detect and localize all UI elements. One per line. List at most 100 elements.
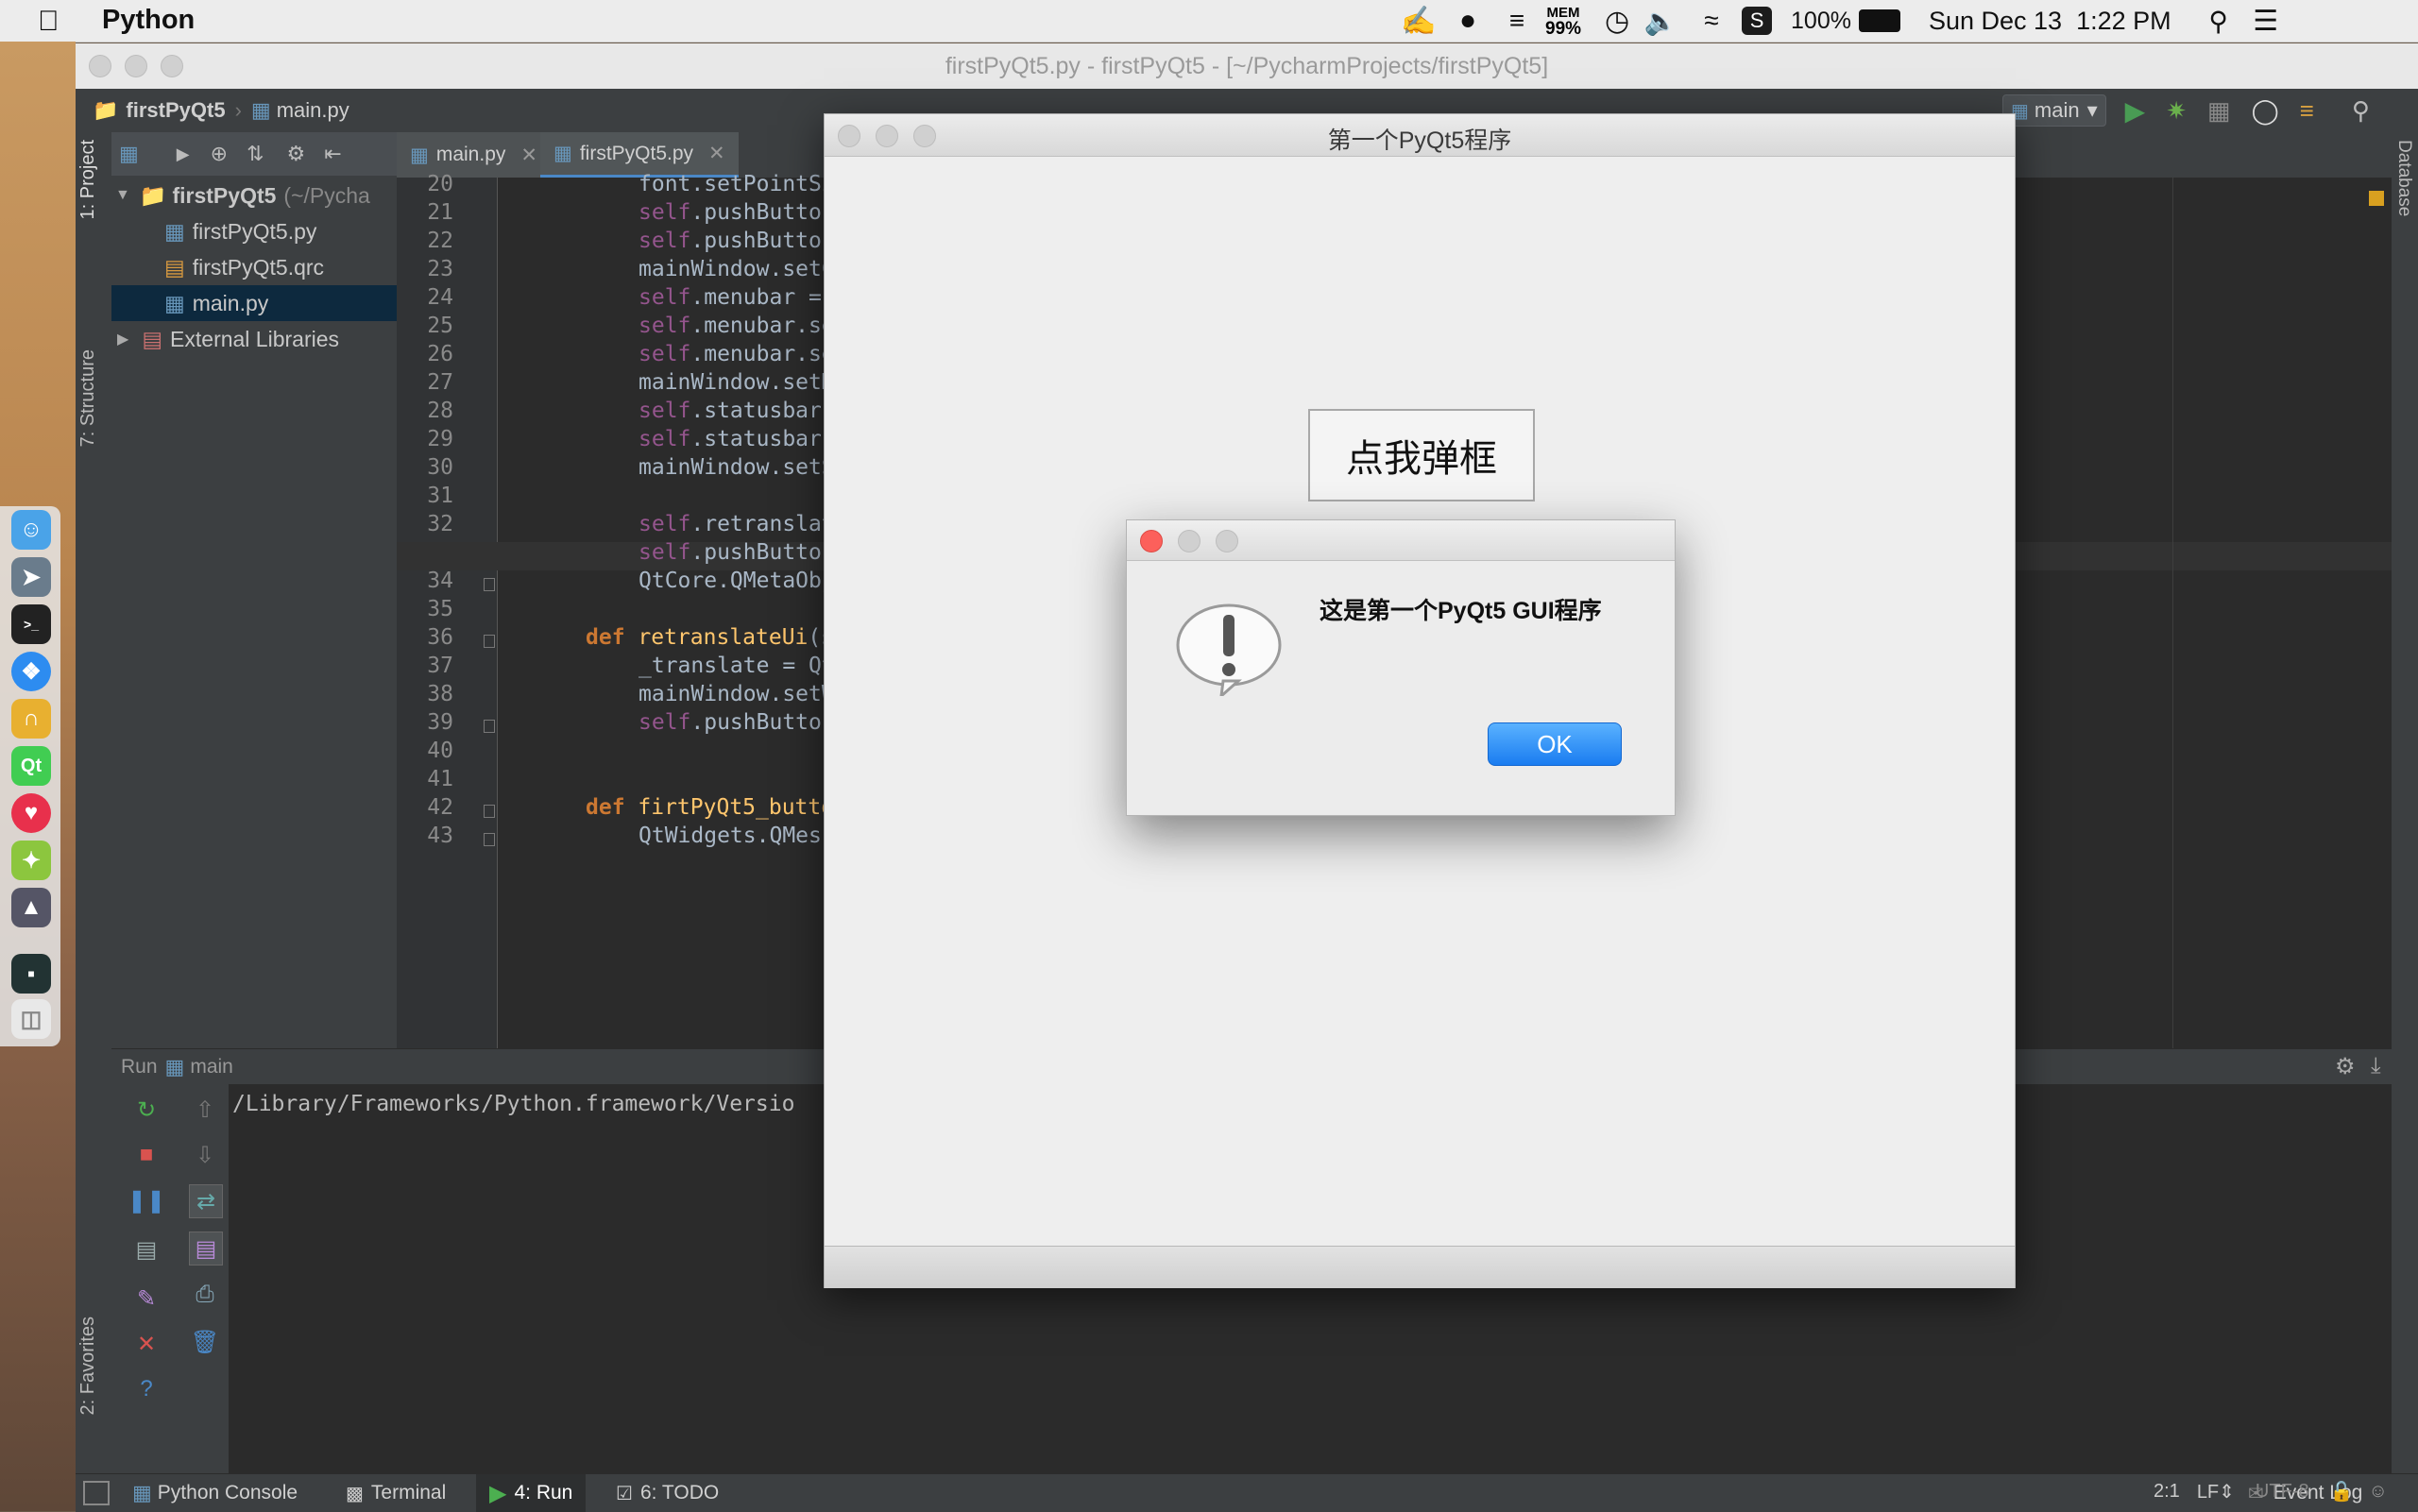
tool-tab-python-console[interactable]: ▦ Python Console (132, 1474, 298, 1512)
clock[interactable]: Sun Dec 13 1:22 PM (1929, 7, 2171, 36)
profile-icon[interactable]: ◯ (2252, 96, 2279, 126)
help-icon[interactable]: ? (130, 1373, 162, 1405)
breadcrumb-file[interactable]: main.py (277, 98, 349, 123)
finder-icon[interactable]: ☺ (11, 510, 51, 550)
active-app-name[interactable]: Python (102, 5, 195, 36)
safari-icon[interactable]: ❖ (11, 652, 51, 691)
tree-item-firstpyqt5-qrc[interactable]: ▤ firstPyQt5.qrc (111, 249, 397, 285)
tool-tab-project[interactable]: 1: Project (77, 140, 99, 219)
speed-icon[interactable]: ≡ (1502, 6, 1532, 35)
popup-button[interactable]: 点我弹框 (1308, 409, 1535, 501)
scroll-to-end-icon[interactable]: ▤ (189, 1232, 223, 1266)
bowler-hat-icon[interactable]: ● (1453, 5, 1483, 36)
gear-icon[interactable]: ⚙ (287, 142, 306, 166)
qt-creator-icon[interactable]: Qt (11, 746, 51, 786)
line-number: 27 (427, 370, 453, 395)
trash-icon[interactable]: ◫ (11, 999, 51, 1039)
lock-icon[interactable]: 🔓 (2330, 1480, 2354, 1504)
down-arrow-icon[interactable]: ⇩ (189, 1139, 221, 1171)
ide-status-bar: 2:1 LF⇕ UTF-8 🔓 ☺ (2154, 1475, 2388, 1507)
stop-icon[interactable]: ■ (130, 1139, 162, 1171)
file-encoding[interactable]: UTF-8 (2256, 1481, 2309, 1503)
caret-position[interactable]: 2:1 (2154, 1481, 2180, 1503)
concurrency-diagram-icon[interactable]: ≡ (2300, 96, 2314, 126)
clear-all-icon[interactable]: 🗑 (189, 1326, 221, 1358)
battery-icon[interactable] (1858, 9, 1900, 32)
line-number: 28 (427, 399, 453, 423)
ok-button[interactable]: OK (1488, 722, 1622, 766)
tree-item-firstpyqt5-py[interactable]: ▦ firstPyQt5.py (111, 213, 397, 249)
print-icon[interactable]: ⎙ (189, 1279, 221, 1311)
run-icon[interactable]: ▶ (2125, 95, 2146, 127)
fold-marker-icon[interactable] (484, 833, 495, 846)
evernote-icon[interactable]: ✍ (1401, 6, 1436, 37)
gear-icon[interactable]: ⚙ (2335, 1053, 2356, 1080)
scrivener-icon[interactable]: S (1742, 7, 1773, 35)
breadcrumb-project[interactable]: firstPyQt5 (126, 98, 225, 123)
fold-marker-icon[interactable] (484, 720, 495, 733)
rocket-icon[interactable]: ▲ (11, 888, 51, 927)
collapse-all-icon[interactable]: ⇅ (247, 142, 264, 166)
toggle-tool-windows-icon[interactable] (83, 1481, 110, 1505)
wifi-icon[interactable]: ≈ (1696, 6, 1727, 35)
zoom-window-icon[interactable] (1216, 530, 1238, 552)
up-arrow-icon[interactable]: ⇧ (189, 1094, 221, 1126)
inspector-icon[interactable]: ☺ (2369, 1481, 2388, 1503)
qt-window-titlebar: 第一个PyQt5程序 (825, 114, 2015, 157)
editor-tab-main-py[interactable]: ▦ main.py ✕ (397, 132, 551, 178)
memory-monitor[interactable]: MEM 99% (1545, 5, 1581, 38)
tool-tab-todo[interactable]: ☑ 6: TODO (616, 1474, 719, 1512)
pycharm-icon[interactable]: ✦ (11, 841, 51, 880)
tree-item-project-root[interactable]: ▼ 📁 firstPyQt5 (~/Pycha (111, 178, 397, 213)
apple-menu-icon[interactable]:  (38, 6, 60, 38)
tool-tab-run[interactable]: ▶ 4: Run (476, 1474, 587, 1512)
volume-icon[interactable]: 🔈 (1644, 7, 1677, 36)
project-view-icon[interactable]: ▦ (119, 142, 139, 166)
tool-tab-database[interactable]: Database (2393, 140, 2414, 216)
self-keyword: self (639, 427, 691, 451)
spotlight-search-icon[interactable]: ⚲ (2204, 7, 2234, 36)
fold-marker-icon[interactable] (484, 578, 495, 591)
anaconda-icon[interactable]: ∩ (11, 699, 51, 739)
run-config-selector[interactable]: ▦ main ▾ (2002, 94, 2106, 127)
launchpad-icon[interactable]: ➤ (11, 557, 51, 597)
fold-marker-icon[interactable] (484, 635, 495, 648)
hide-panel-icon[interactable]: ⤓ (2371, 1053, 2381, 1079)
line-number: 32 (427, 512, 453, 536)
screen-app-icon[interactable]: ■ (11, 954, 51, 994)
editor-tab-firstpyqt5-py[interactable]: ▦ firstPyQt5.py ✕ (540, 132, 739, 178)
restore-layout-icon[interactable]: ▤ (130, 1233, 162, 1266)
minimize-window-icon[interactable] (1178, 530, 1200, 552)
close-icon[interactable]: ✕ (130, 1328, 162, 1360)
self-keyword: self (639, 285, 691, 310)
soft-wrap-icon[interactable]: ⇄ (189, 1184, 223, 1218)
expand-arrow-icon[interactable]: ▶ (177, 144, 190, 164)
rerun-icon[interactable]: ↻ (130, 1094, 162, 1126)
line-separator[interactable]: LF⇕ (2197, 1480, 2235, 1504)
kiss-icon[interactable]: ♥ (11, 793, 51, 833)
tree-item-main-py[interactable]: ▦ main.py (111, 285, 397, 321)
line-number: 23 (427, 257, 453, 281)
scroll-from-source-icon[interactable]: ⊕ (211, 142, 228, 166)
debug-icon[interactable]: ✷ (2166, 96, 2187, 126)
pause-icon[interactable]: ❚❚ (128, 1184, 165, 1216)
search-everywhere-icon[interactable]: ⚲ (2352, 96, 2370, 126)
time-machine-icon[interactable]: ◷ (1602, 6, 1632, 37)
inspection-status-icon[interactable] (2369, 191, 2384, 206)
tree-item-external-libraries[interactable]: ▶ ▤ External Libraries (111, 321, 397, 357)
fold-marker-icon[interactable] (484, 805, 495, 818)
tool-tab-favorites[interactable]: 2: Favorites (77, 1317, 99, 1415)
code-text: font.setPointSiz (639, 172, 848, 196)
terminal-icon[interactable]: >_ (11, 604, 51, 644)
dock: ☺ ➤ >_ ❖ ∩ Qt ♥ ✦ ▲ ■ ◫ (0, 506, 60, 1046)
close-tab-icon[interactable]: ✕ (520, 144, 537, 167)
coverage-icon[interactable]: ▦ (2207, 96, 2231, 126)
code-line: self.menubar.set (639, 314, 848, 338)
pin-tab-icon[interactable]: ✎ (130, 1283, 162, 1315)
tool-tab-structure[interactable]: 7: Structure (77, 349, 99, 447)
hide-panel-icon[interactable]: ⇤ (324, 142, 341, 166)
tool-tab-terminal[interactable]: ▩ Terminal (346, 1474, 446, 1512)
close-window-icon[interactable] (1140, 530, 1163, 552)
notification-center-icon[interactable]: ☰ (2251, 6, 2281, 37)
close-tab-icon[interactable]: ✕ (708, 142, 725, 165)
